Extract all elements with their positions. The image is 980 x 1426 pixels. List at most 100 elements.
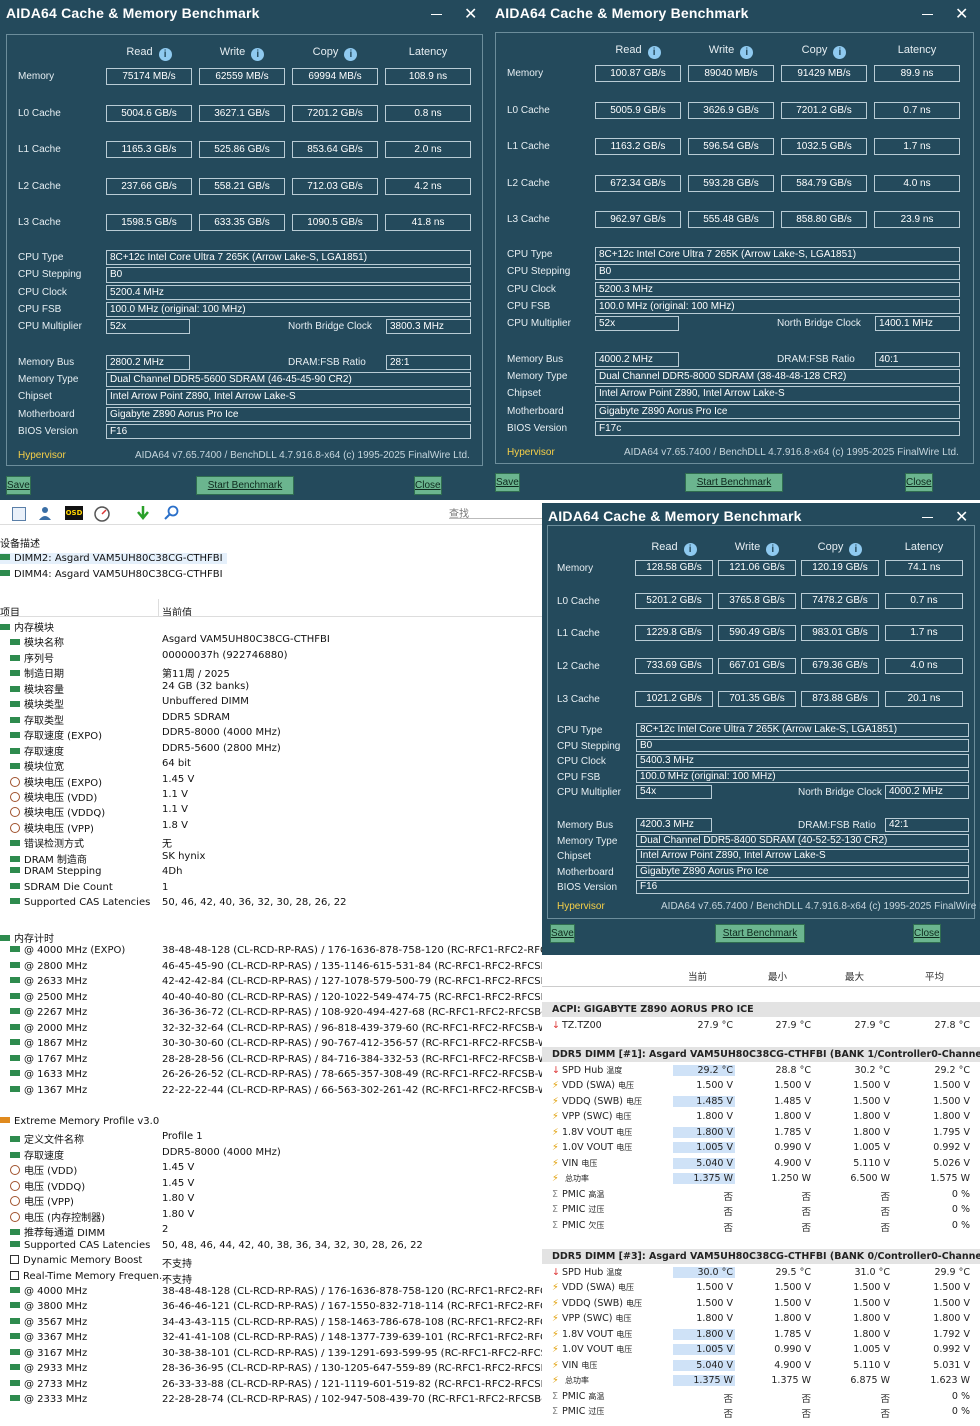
device-item[interactable]: DIMM4: Asgard VAM5UH80C38CG-CTHFBI	[0, 569, 227, 580]
info-icon[interactable]: i	[740, 46, 754, 59]
memory-item-icon	[10, 639, 20, 646]
sensor-value: 0.992 V	[933, 1142, 970, 1153]
info-label-cpu_stepping: CPU Stepping	[507, 266, 571, 278]
row-label: @ 1633 MHz	[24, 1069, 88, 1081]
minimize-button[interactable]	[922, 14, 933, 15]
user-icon[interactable]	[38, 506, 52, 520]
sensor-type: 电压	[617, 1283, 634, 1292]
memory-item-icon	[10, 1286, 20, 1293]
info-row: 存取类型	[10, 712, 64, 727]
info-icon[interactable]: i	[158, 48, 172, 61]
info-label-chipset: Chipset	[507, 388, 541, 400]
info-value-dram_fsb: 28:1	[386, 354, 471, 371]
close-x-button[interactable]: ✕	[955, 4, 968, 24]
col-header-write-label: Write	[708, 44, 735, 56]
start-benchmark-button[interactable]: Start Benchmark	[196, 476, 294, 495]
device-name: DIMM2: Asgard VAM5UH80C38CG-CTHFBI	[14, 553, 223, 564]
minimize-button[interactable]	[922, 517, 933, 518]
sensor-value: 1.785 V	[774, 1126, 811, 1138]
row-label: @ 3167 MHz	[24, 1347, 88, 1359]
start-benchmark-button[interactable]: Start Benchmark	[715, 924, 805, 943]
info-icon[interactable]: i	[647, 46, 661, 59]
memory-item-icon	[10, 1333, 20, 1340]
row-value: 1.45 V	[162, 1162, 195, 1174]
info-label-bios: BIOS Version	[557, 882, 618, 893]
col-header-copy-label: Copy	[817, 541, 844, 553]
device-item[interactable]: DIMM2: Asgard VAM5UH80C38CG-CTHFBI	[0, 553, 227, 564]
sensor-name: VPP (SWC)	[562, 1313, 613, 1324]
aida-window-1: AIDA64 Cache & Memory Benchmark ✕ Read i Wri…	[0, 0, 489, 500]
osd-icon[interactable]: OSD	[65, 506, 83, 520]
row-value: 不支持	[162, 1259, 192, 1271]
info-icon[interactable]: i	[766, 543, 780, 556]
info-icon[interactable]: i	[251, 48, 265, 61]
minimize-button[interactable]	[431, 14, 442, 15]
info-label-chipset: Chipset	[557, 851, 591, 862]
close-button[interactable]: Close	[414, 476, 442, 495]
window-title: AIDA64 Cache & Memory Benchmark	[548, 508, 802, 524]
col-header-write-label: Write	[734, 541, 761, 553]
sensor-value: 4.900 V	[774, 1157, 811, 1169]
save-button[interactable]: Save	[550, 924, 575, 943]
row-label: Memory	[557, 563, 594, 574]
search-icon[interactable]	[164, 505, 179, 520]
save-button[interactable]: Save	[6, 476, 31, 495]
close-x-button[interactable]: ✕	[955, 507, 968, 527]
close-x-button[interactable]: ✕	[464, 4, 477, 24]
search-input[interactable]: 查找	[449, 505, 542, 520]
result-value: 120.19 GB/s	[801, 560, 879, 576]
sensor-value: 1.800 V	[853, 1313, 890, 1324]
toolbar: OSD 查找	[0, 503, 542, 525]
sensor-name: 1.0V VOUT	[562, 1142, 614, 1153]
checkbox[interactable]	[10, 1255, 19, 1265]
sensor-value: 否	[801, 1393, 811, 1405]
row-label: 序列号	[24, 653, 54, 665]
thermometer-icon: ↓	[552, 1019, 560, 1031]
info-row: @ 3800 MHz	[10, 1301, 87, 1312]
result-value: 590.49 GB/s	[718, 625, 796, 642]
info-label-nb_clock: North Bridge Clock	[288, 321, 372, 333]
info-value-cpu_fsb: 100.0 MHz (original: 100 MHz)	[106, 301, 471, 318]
info-value-cpu_fsb: 100.0 MHz (original: 100 MHz)	[636, 769, 969, 783]
info-icon[interactable]: i	[833, 46, 847, 59]
result-value: 1090.5 GB/s	[292, 214, 378, 231]
result-value: 5004.6 GB/s	[106, 104, 192, 122]
info-icon[interactable]: i	[344, 48, 358, 61]
info-row: @ 1867 MHz	[10, 1038, 87, 1049]
result-value: 75174 MB/s	[106, 68, 192, 85]
sensor-label: ⚡ 总功率	[552, 1173, 589, 1184]
sensor-value: 1.800 V	[696, 1111, 733, 1122]
row-value: 无	[162, 839, 172, 851]
info-value-cpu_clock: 5200.3 MHz	[595, 281, 960, 297]
section-icon	[0, 935, 10, 941]
device-name: DIMM4: Asgard VAM5UH80C38CG-CTHFBI	[14, 569, 223, 580]
document-icon[interactable]	[12, 507, 26, 521]
start-benchmark-button[interactable]: Start Benchmark	[685, 473, 783, 492]
sensor-name: PMIC	[562, 1204, 586, 1215]
col-header: 平均	[924, 972, 944, 983]
checkbox[interactable]	[10, 1270, 19, 1280]
info-value-mem_bus: 4200.3 MHz	[636, 818, 712, 832]
row-label: Supported CAS Latencies	[24, 897, 151, 909]
sensor-value: 1.005 V	[673, 1142, 735, 1153]
close-button[interactable]: Close	[905, 473, 933, 492]
memory-item-icon	[10, 1151, 20, 1158]
sensor-type: 过压	[588, 1407, 605, 1416]
download-icon[interactable]	[135, 505, 149, 520]
memory-item-icon	[10, 1070, 20, 1077]
info-value-dram_fsb: 42:1	[885, 818, 969, 832]
row-value: 42-42-42-84 (CL-RCD-RP-RAS) / 127-1078-5…	[162, 976, 542, 988]
sensor-label: ⚡ VPP (SWC) 电压	[552, 1313, 631, 1324]
sensor-value: 1.500 V	[696, 1282, 733, 1293]
result-value: 733.69 GB/s	[635, 658, 713, 675]
sensor-label: ⚡ VPP (SWC) 电压	[552, 1111, 631, 1122]
sensor-group-title: DDR5 DIMM [#3]: Asgard VAM5UH80C38CG-CTH…	[542, 1249, 980, 1264]
result-value: 962.97 GB/s	[595, 211, 681, 228]
save-button[interactable]: Save	[495, 473, 520, 492]
gauge-icon[interactable]	[94, 506, 110, 522]
info-icon[interactable]: i	[849, 543, 863, 556]
info-icon[interactable]: i	[683, 543, 697, 556]
close-button[interactable]: Close	[913, 924, 941, 943]
row-value: 1.80 V	[162, 1193, 195, 1205]
result-value: 62559 MB/s	[199, 68, 285, 85]
